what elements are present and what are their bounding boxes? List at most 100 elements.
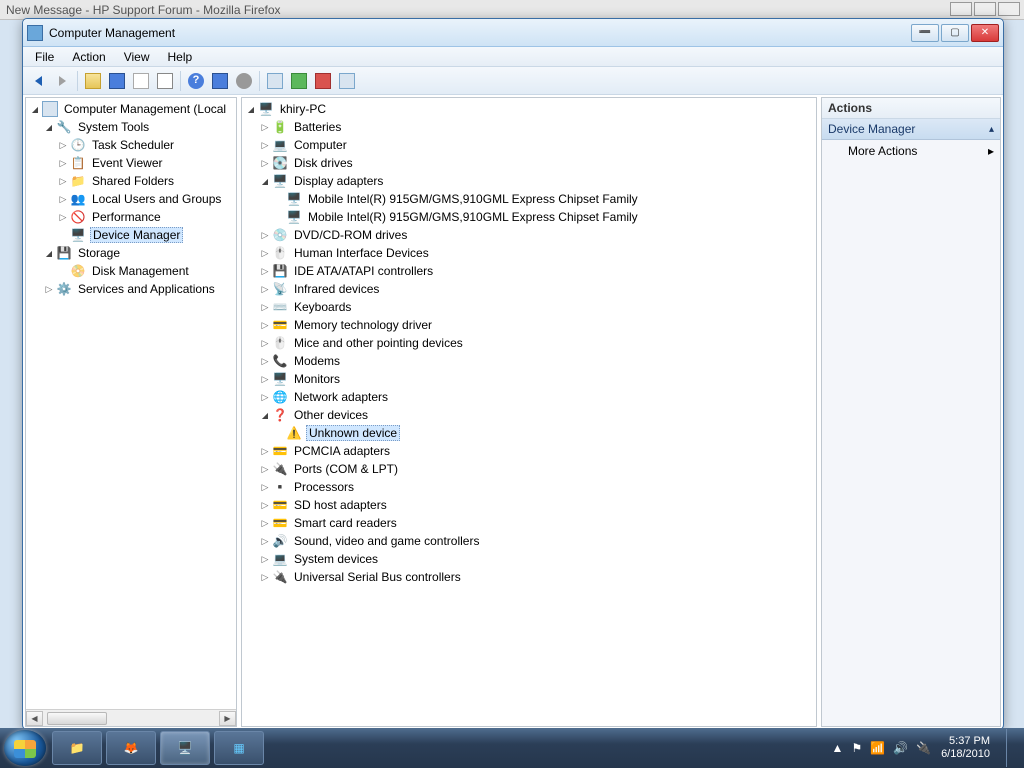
tray-icons[interactable]: ▲ ⚑ 📶 🔊 🔌 <box>832 741 932 755</box>
tray-date-label: 6/18/2010 <box>941 748 990 761</box>
tray-time-label: 5:37 PM <box>941 735 990 748</box>
export-list-button[interactable] <box>130 70 152 92</box>
actions-more-label: More Actions <box>848 144 917 158</box>
background-browser-titlebar: New Message - HP Support Forum - Mozilla… <box>0 0 1024 20</box>
device-dvd[interactable]: 💿DVD/CD-ROM drives <box>242 226 816 244</box>
device-tree-pane: 🖥️khiry-PC 🔋Batteries 💻Computer 💽Disk dr… <box>241 97 817 727</box>
tray-flag-icon[interactable]: ⚑ <box>851 741 862 755</box>
uninstall-button[interactable] <box>312 70 334 92</box>
device-infrared[interactable]: 📡Infrared devices <box>242 280 816 298</box>
console-tree[interactable]: Computer Management (Local 🔧System Tools… <box>26 98 236 709</box>
start-button[interactable] <box>4 730 46 766</box>
device-monitors[interactable]: 🖥️Monitors <box>242 370 816 388</box>
device-mice[interactable]: 🖱️Mice and other pointing devices <box>242 334 816 352</box>
device-modems[interactable]: 📞Modems <box>242 352 816 370</box>
left-horizontal-scrollbar[interactable]: ◀ ▶ <box>26 709 236 726</box>
maximize-button[interactable]: ▢ <box>941 24 969 42</box>
bg-close-button[interactable] <box>998 2 1020 16</box>
properties-button[interactable] <box>154 70 176 92</box>
actions-more-actions[interactable]: More Actions ▸ <box>822 140 1000 162</box>
actions-section-device-manager[interactable]: Device Manager ▴ <box>822 119 1000 140</box>
close-button[interactable]: ✕ <box>971 24 999 42</box>
app-icon <box>27 25 43 41</box>
menu-view[interactable]: View <box>116 48 158 66</box>
tree-device-manager[interactable]: 🖥️Device Manager <box>26 226 236 244</box>
tree-task-scheduler[interactable]: 🕒Task Scheduler <box>26 136 236 154</box>
chevron-right-icon: ▸ <box>988 144 994 158</box>
titlebar[interactable]: Computer Management ➖ ▢ ✕ <box>23 19 1003 47</box>
update-driver-button[interactable] <box>336 70 358 92</box>
device-sd-host[interactable]: 💳SD host adapters <box>242 496 816 514</box>
device-computer[interactable]: 💻Computer <box>242 136 816 154</box>
device-display-adapters[interactable]: 🖥️Display adapters <box>242 172 816 190</box>
view-button[interactable] <box>209 70 231 92</box>
scroll-track[interactable] <box>43 711 219 726</box>
device-hid[interactable]: 🖱️Human Interface Devices <box>242 244 816 262</box>
device-memory-technology[interactable]: 💳Memory technology driver <box>242 316 816 334</box>
device-smartcard[interactable]: 💳Smart card readers <box>242 514 816 532</box>
device-batteries[interactable]: 🔋Batteries <box>242 118 816 136</box>
device-network-adapters[interactable]: 🌐Network adapters <box>242 388 816 406</box>
tree-performance[interactable]: 🚫Performance <box>26 208 236 226</box>
tray-power-icon[interactable]: 🔌 <box>916 741 931 755</box>
tray-network-icon[interactable]: 📶 <box>870 741 885 755</box>
taskbar-computer-management[interactable]: 🖥️ <box>160 731 210 765</box>
menu-action[interactable]: Action <box>64 48 113 66</box>
device-tree[interactable]: 🖥️khiry-PC 🔋Batteries 💻Computer 💽Disk dr… <box>242 98 816 726</box>
tree-shared-folders[interactable]: 📁Shared Folders <box>26 172 236 190</box>
menu-help[interactable]: Help <box>160 48 201 66</box>
tree-event-viewer[interactable]: 📋Event Viewer <box>26 154 236 172</box>
console-tree-pane: Computer Management (Local 🔧System Tools… <box>25 97 237 727</box>
minimize-button[interactable]: ➖ <box>911 24 939 42</box>
tree-services-applications[interactable]: ⚙️Services and Applications <box>26 280 236 298</box>
tree-system-tools[interactable]: 🔧System Tools <box>26 118 236 136</box>
device-sound[interactable]: 🔊Sound, video and game controllers <box>242 532 816 550</box>
scroll-thumb[interactable] <box>47 712 107 725</box>
device-processors[interactable]: ▪️Processors <box>242 478 816 496</box>
back-button[interactable] <box>27 70 49 92</box>
device-other-devices[interactable]: ❓Other devices <box>242 406 816 424</box>
device-usb[interactable]: 🔌Universal Serial Bus controllers <box>242 568 816 586</box>
device-root-pc[interactable]: 🖥️khiry-PC <box>242 100 816 118</box>
background-browser-title: New Message - HP Support Forum - Mozilla… <box>6 3 281 17</box>
device-disk-drives[interactable]: 💽Disk drives <box>242 154 816 172</box>
device-ports[interactable]: 🔌Ports (COM & LPT) <box>242 460 816 478</box>
tree-disk-management[interactable]: 📀Disk Management <box>26 262 236 280</box>
collapse-section-icon[interactable]: ▴ <box>989 124 994 135</box>
background-window-controls <box>950 2 1020 16</box>
help-button[interactable]: ? <box>185 70 207 92</box>
device-display-adapter-1[interactable]: 🖥️Mobile Intel(R) 915GM/GMS,910GML Expre… <box>242 190 816 208</box>
tree-root-computer-management[interactable]: Computer Management (Local <box>26 100 236 118</box>
tray-up-icon[interactable]: ▲ <box>832 741 844 755</box>
bg-maximize-button[interactable] <box>974 2 996 16</box>
tree-local-users-groups[interactable]: 👥Local Users and Groups <box>26 190 236 208</box>
bg-minimize-button[interactable] <box>950 2 972 16</box>
scroll-left-button[interactable]: ◀ <box>26 711 43 726</box>
taskbar-firefox[interactable]: 🦊 <box>106 731 156 765</box>
device-ide[interactable]: 💾IDE ATA/ATAPI controllers <box>242 262 816 280</box>
menu-file[interactable]: File <box>27 48 62 66</box>
tray-volume-icon[interactable]: 🔊 <box>893 741 908 755</box>
scan-hardware-button[interactable] <box>264 70 286 92</box>
taskbar-app[interactable]: ▦ <box>214 731 264 765</box>
forward-button[interactable] <box>51 70 73 92</box>
device-display-adapter-2[interactable]: 🖥️Mobile Intel(R) 915GM/GMS,910GML Expre… <box>242 208 816 226</box>
device-pcmcia[interactable]: 💳PCMCIA adapters <box>242 442 816 460</box>
device-unknown-device[interactable]: ⚠️Unknown device <box>242 424 816 442</box>
show-desktop-button[interactable] <box>1006 729 1016 767</box>
tray-clock[interactable]: 5:37 PM 6/18/2010 <box>941 735 990 761</box>
actions-header: Actions <box>822 98 1000 119</box>
up-button[interactable] <box>82 70 104 92</box>
add-hardware-button[interactable] <box>288 70 310 92</box>
taskbar[interactable]: 📁 🦊 🖥️ ▦ ▲ ⚑ 📶 🔊 🔌 5:37 PM 6/18/2010 <box>0 728 1024 768</box>
taskbar-explorer[interactable]: 📁 <box>52 731 102 765</box>
system-tray: ▲ ⚑ 📶 🔊 🔌 5:37 PM 6/18/2010 <box>832 729 1020 767</box>
tree-storage[interactable]: 💾Storage <box>26 244 236 262</box>
device-keyboards[interactable]: ⌨️Keyboards <box>242 298 816 316</box>
device-system-devices[interactable]: 💻System devices <box>242 550 816 568</box>
options-button[interactable] <box>233 70 255 92</box>
content-area: Computer Management (Local 🔧System Tools… <box>23 95 1003 729</box>
show-hide-tree-button[interactable] <box>106 70 128 92</box>
scroll-right-button[interactable]: ▶ <box>219 711 236 726</box>
window-title: Computer Management <box>49 26 911 40</box>
